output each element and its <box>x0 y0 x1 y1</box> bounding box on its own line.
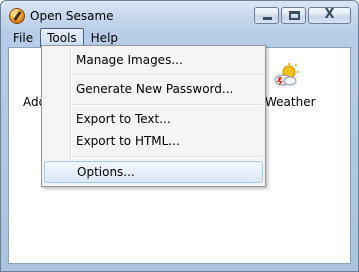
menu-file[interactable]: File <box>6 28 40 48</box>
menu-separator <box>72 74 263 76</box>
maximize-icon <box>289 11 300 20</box>
menu-export-text[interactable]: Export to Text... <box>44 108 263 130</box>
menu-generate-password[interactable]: Generate New Password... <box>44 78 263 100</box>
close-icon: X <box>324 7 335 22</box>
menu-manage-images[interactable]: Manage Images... <box>44 49 263 71</box>
menu-separator <box>72 104 263 106</box>
menu-options[interactable]: Options... <box>44 161 263 183</box>
minimize-button[interactable] <box>254 7 279 24</box>
menu-bar: File Tools Help <box>6 28 125 48</box>
caption-buttons: X <box>254 7 351 25</box>
minimize-icon <box>263 17 272 20</box>
weather-icon[interactable] <box>272 63 300 87</box>
menu-separator <box>72 156 263 158</box>
app-window: Open Sesame X File Tools Help Add Weathe… <box>0 0 359 272</box>
weather-item-label[interactable]: Weather <box>265 95 316 109</box>
maximize-button[interactable] <box>281 7 306 24</box>
title-bar[interactable]: Open Sesame X <box>1 1 358 31</box>
menu-export-html[interactable]: Export to HTML... <box>44 130 263 152</box>
tools-menu-dropdown: Manage Images... Generate New Password..… <box>41 45 266 187</box>
close-button[interactable]: X <box>308 7 351 24</box>
key-icon <box>9 8 25 24</box>
window-title: Open Sesame <box>30 9 114 23</box>
